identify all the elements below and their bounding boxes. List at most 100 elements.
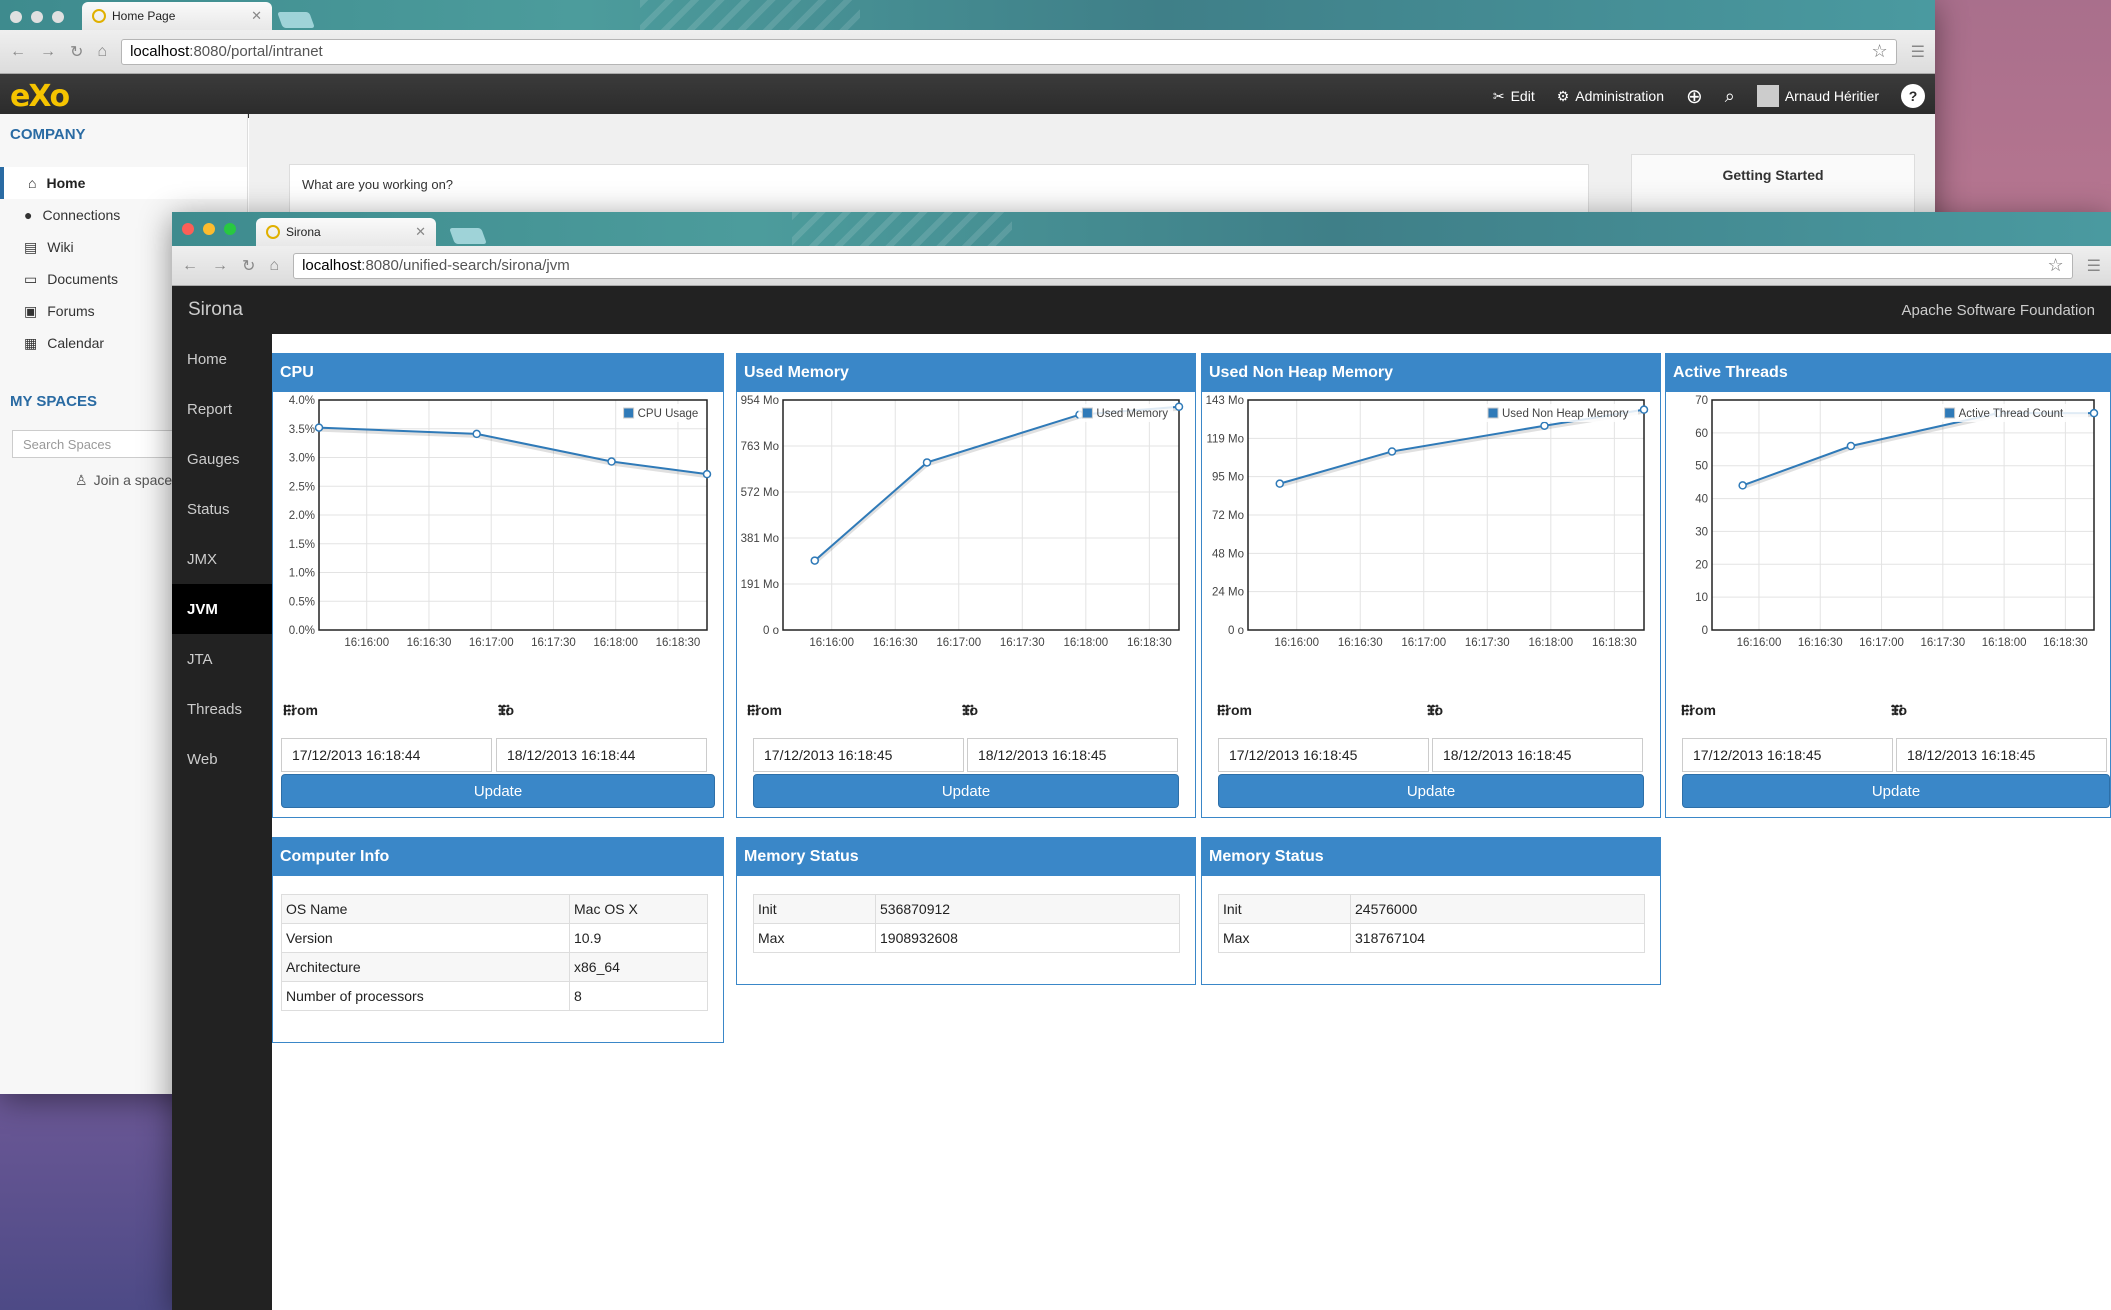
y-tick-label: 70: [1695, 395, 1708, 407]
series-shadow: [318, 427, 708, 479]
from-date-input[interactable]: 17/12/2013 16:18:45: [1682, 738, 1893, 772]
sidebar-item-home[interactable]: ⌂ Home: [0, 167, 247, 199]
user-menu[interactable]: Arnaud Héritier: [1756, 85, 1879, 107]
to-date-input[interactable]: 18/12/2013 16:18:45: [967, 738, 1178, 772]
from-date-input[interactable]: 17/12/2013 16:18:45: [1218, 738, 1429, 772]
data-point: [1846, 441, 1856, 451]
nav-home[interactable]: Home: [172, 334, 272, 384]
nav-threads[interactable]: Threads: [172, 684, 272, 734]
used-memory-chart: 0 o 191 Mo 381 Mo 572 Mo 763 Mo 954 Mo 16:16:0…: [741, 395, 1184, 649]
brand-link[interactable]: Sirona: [188, 299, 243, 321]
back-icon[interactable]: ←: [182, 257, 198, 275]
x-tick-label: 16:17:30: [1920, 637, 1965, 649]
table-row: Version 10.9: [281, 923, 708, 953]
company-title: COMPANY: [10, 126, 86, 143]
legend-label: CPU Usage: [638, 408, 699, 420]
avatar: [1756, 85, 1779, 107]
y-tick-label: 10: [1695, 592, 1708, 604]
menu-icon[interactable]: ☰: [2087, 256, 2101, 276]
new-tab-button[interactable]: [277, 12, 315, 28]
new-tab-button[interactable]: [449, 228, 487, 244]
tab-home-page[interactable]: Home Page ✕: [82, 2, 272, 30]
data-point: [1639, 405, 1649, 414]
legend-swatch: [623, 407, 635, 419]
x-tick-label: 16:18:00: [593, 637, 638, 649]
y-tick-label: 48 Mo: [1212, 548, 1244, 560]
update-button[interactable]: Update: [281, 774, 715, 808]
close-dot-icon[interactable]: [10, 11, 22, 23]
data-point: [1738, 481, 1747, 490]
sirona-tab-strip: Sirona ✕: [172, 212, 2111, 246]
series-line: [814, 405, 1180, 562]
series-line: [1742, 412, 2094, 487]
menu-icon[interactable]: ☰: [1911, 42, 1925, 62]
home-icon[interactable]: ⌂: [269, 257, 279, 275]
home-icon[interactable]: ⌂: [97, 43, 107, 61]
series-line: [318, 426, 708, 476]
org-link[interactable]: Apache Software Foundation: [1902, 302, 2095, 319]
edit-button[interactable]: ✂ Edit: [1493, 88, 1535, 105]
window-controls[interactable]: [182, 223, 236, 235]
back-icon[interactable]: ←: [10, 43, 26, 61]
zoom-dot-icon[interactable]: [224, 223, 236, 235]
y-tick-label: 0.5%: [289, 596, 315, 608]
nav-jmx[interactable]: JMX: [172, 534, 272, 584]
minimize-dot-icon[interactable]: [31, 11, 43, 23]
from-date-input[interactable]: 17/12/2013 16:18:44: [281, 738, 492, 772]
url-field[interactable]: localhost:8080/unified-search/sirona/jvm…: [293, 252, 2073, 279]
search-icon[interactable]: ⌕: [1725, 86, 1735, 107]
update-button[interactable]: Update: [753, 774, 1179, 808]
nav-jvm[interactable]: JVM: [172, 584, 272, 634]
zoom-dot-icon[interactable]: [52, 11, 64, 23]
update-button[interactable]: Update: [1682, 774, 2110, 808]
y-tick-label: 2.0%: [289, 510, 315, 522]
data-point: [1540, 421, 1549, 430]
from-date-input[interactable]: 17/12/2013 16:18:45: [753, 738, 964, 772]
data-point: [607, 457, 616, 466]
from-label: From: [1217, 702, 1252, 718]
reload-icon[interactable]: ↻: [242, 256, 255, 276]
non-heap-memory-panel: Used Non Heap Memory 0 o 24 Mo 48 Mo 72 Mo 9…: [1201, 353, 1661, 818]
plus-circle-icon[interactable]: ⊕: [1686, 84, 1703, 109]
nav-report[interactable]: Report: [172, 384, 272, 434]
activity-composer[interactable]: What are you working on?: [289, 164, 1589, 214]
nav-web[interactable]: Web: [172, 734, 272, 784]
data-point: [810, 556, 820, 565]
nav-gauges[interactable]: Gauges: [172, 434, 272, 484]
x-tick-label: 16:17:00: [1401, 637, 1446, 649]
forward-icon[interactable]: →: [212, 257, 228, 275]
forum-icon: ▣: [24, 302, 38, 319]
nav-status[interactable]: Status: [172, 484, 272, 534]
to-label: To: [1427, 702, 1444, 718]
update-button[interactable]: Update: [1218, 774, 1644, 808]
to-date-input[interactable]: 18/12/2013 16:18:45: [1896, 738, 2107, 772]
to-date-input[interactable]: 18/12/2013 16:18:44: [496, 738, 707, 772]
tab-sirona[interactable]: Sirona ✕: [256, 218, 436, 246]
add-user-icon: ♙: [75, 472, 88, 488]
help-icon[interactable]: ?: [1901, 84, 1925, 108]
bookmark-star-icon[interactable]: ☆: [2048, 255, 2064, 276]
close-tab-icon[interactable]: ✕: [415, 224, 426, 240]
bookmark-star-icon[interactable]: ☆: [1872, 41, 1888, 62]
close-tab-icon[interactable]: ✕: [251, 8, 262, 24]
exo-tab-strip: Home Page ✕: [0, 0, 1935, 30]
administration-button[interactable]: ⚙ Administration: [1557, 88, 1664, 105]
minimize-dot-icon[interactable]: [203, 223, 215, 235]
x-tick-label: 16:18:30: [2043, 637, 2088, 649]
url-field[interactable]: localhost:8080/portal/intranet ☆: [121, 38, 1897, 65]
panel-title: Used Memory: [737, 354, 1195, 392]
close-dot-icon[interactable]: [182, 223, 194, 235]
exo-address-bar: ← → ↻ ⌂ localhost:8080/portal/intranet ☆…: [0, 30, 1935, 74]
legend-label: Used Memory: [1096, 408, 1168, 420]
x-tick-label: 16:16:00: [344, 637, 389, 649]
forward-icon[interactable]: →: [40, 43, 56, 61]
reload-icon[interactable]: ↻: [70, 42, 83, 62]
x-tick-label: 16:16:30: [873, 637, 918, 649]
y-tick-label: 0 o: [763, 625, 779, 637]
y-tick-label: 0: [1702, 625, 1708, 637]
window-controls[interactable]: [10, 11, 64, 23]
to-date-input[interactable]: 18/12/2013 16:18:45: [1432, 738, 1643, 772]
nav-jta[interactable]: JTA: [172, 634, 272, 684]
y-tick-label: 0.0%: [289, 625, 315, 637]
exo-logo[interactable]: eXo: [10, 79, 70, 114]
